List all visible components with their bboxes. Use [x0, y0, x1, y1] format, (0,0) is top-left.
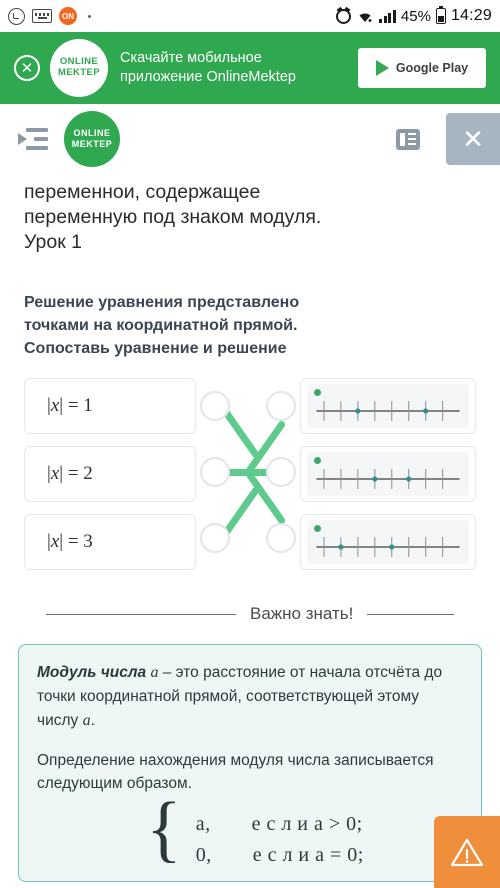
equation-3-text: |x| = 3: [47, 531, 93, 553]
close-icon[interactable]: ✕: [14, 55, 40, 81]
app-logo-line-1: ONLINE: [73, 128, 111, 139]
value-3: 3: [83, 531, 93, 553]
piecewise-formula: { a, е с л и a > 0; 0, е с л и a = 0;: [37, 792, 463, 871]
divider-line-right: [367, 613, 454, 615]
definition-end-variable: a: [82, 711, 91, 729]
warning-triangle-icon: [450, 837, 484, 867]
matching-widget: |x| = 1 |x| = 2 |x| = 3: [24, 378, 476, 571]
formula-row-1: a, е с л и a > 0;: [195, 813, 363, 836]
abs-close-2: |: [59, 463, 64, 485]
page-title-line-3: Урок 1: [24, 230, 82, 253]
equation-2-text: |x| = 2: [47, 463, 93, 485]
connector-node-left-2[interactable]: [200, 457, 230, 488]
equation-1-text: |x| = 1: [47, 395, 93, 417]
clock-label: 14:29: [450, 7, 492, 24]
wifi-icon: [356, 9, 374, 23]
variable-2: x: [50, 463, 60, 485]
signal-icon: [379, 9, 396, 23]
abs-close-1: |: [59, 395, 64, 417]
value-1: 1: [83, 395, 93, 417]
warning-triangle-glyph: [450, 838, 484, 867]
numberline-card-2[interactable]: [300, 446, 476, 503]
equation-card-1[interactable]: |x| = 1: [24, 378, 196, 435]
lesson-content: переменнои, содержащее переменную под зн…: [0, 174, 500, 624]
numberline-card-3[interactable]: [300, 514, 476, 571]
question-line-3: Сопоставь уравнение и решение: [24, 340, 287, 358]
page-title-line-2: переменную под знаком модуля.: [24, 205, 322, 228]
formula-rows: a, е с л и a > 0; 0, е с л и a = 0;: [196, 809, 364, 871]
keyboard-icon: [32, 9, 52, 23]
connector-node-right-3[interactable]: [266, 523, 296, 554]
close-button[interactable]: ✕: [446, 113, 500, 165]
definition-term: Модуль числа: [37, 664, 147, 682]
app-header-actions: ✕: [396, 104, 500, 174]
wifi-glyph: [359, 13, 372, 22]
status-bar-right-icons: 45% 14:29: [336, 6, 492, 25]
warning-fab-button[interactable]: [434, 816, 500, 888]
formula-row-2: 0, е с л и a = 0;: [195, 844, 364, 867]
variable-3: x: [50, 531, 60, 553]
connector-node-right-1[interactable]: [266, 391, 296, 422]
formula-brace: {: [146, 788, 182, 871]
divider-line-left: [46, 613, 236, 615]
numberline-card-1[interactable]: [300, 378, 476, 435]
abs-close-3: |: [59, 531, 64, 553]
info-box: Модуль числа a – это расстояние от начал…: [18, 644, 482, 883]
onlinemektep-logo: ONLINE MEKTEP: [50, 39, 108, 97]
app-header: ONLINE MEKTEP ✕: [0, 104, 500, 174]
numberline-2-graphic: [316, 469, 460, 490]
dot-icon: [88, 14, 91, 18]
alarm-icon: [336, 8, 352, 24]
definition-paragraph-2: Определение нахождения модуля числа запи…: [37, 751, 434, 792]
equation-card-3[interactable]: |x| = 3: [24, 514, 196, 571]
app-orange-icon: ON: [59, 7, 77, 25]
connection-area[interactable]: [196, 378, 300, 570]
list-icon[interactable]: [396, 128, 420, 150]
question-line-2: точками на координатной прямой.: [24, 317, 298, 335]
important-divider: Важно знать!: [24, 604, 476, 624]
promo-text: Скачайте мобильное приложение OnlineMekt…: [118, 49, 348, 87]
promo-text-line-1: Скачайте мобильное: [120, 50, 262, 67]
numberline-1: [307, 384, 469, 429]
variable-1: x: [50, 395, 60, 417]
definition-paragraph: Модуль числа a – это расстояние от начал…: [37, 661, 463, 732]
connector-node-right-2[interactable]: [266, 457, 296, 488]
app-logo-line-2: MEKTEP: [71, 139, 113, 149]
google-play-icon: [375, 60, 389, 76]
page-title: переменнои, содержащее переменную под зн…: [24, 174, 476, 255]
question-text: Решение уравнения представлено точками н…: [24, 291, 476, 361]
whatsapp-icon: [8, 7, 25, 25]
numberline-3: [307, 520, 469, 565]
page-title-line-1: переменнои, содержащее: [24, 181, 261, 203]
promo-banner: ✕ ONLINE MEKTEP Скачайте мобильное прило…: [0, 32, 500, 104]
question-line-1: Решение уравнения представлено: [24, 293, 300, 311]
numberline-2: [307, 452, 469, 497]
numberline-column: [300, 378, 476, 571]
battery-icon: [435, 6, 446, 24]
definition-period: .: [90, 711, 95, 729]
status-bar-left-icons: ON: [8, 7, 91, 25]
value-2: 2: [83, 463, 93, 485]
equals-1: =: [67, 395, 79, 417]
google-play-label: Google Play: [395, 61, 469, 75]
equals-2: =: [67, 463, 79, 485]
equation-card-2[interactable]: |x| = 2: [24, 446, 196, 503]
equals-3: =: [67, 531, 79, 553]
status-bar: ON 45% 14:29: [0, 0, 500, 32]
divider-label: Важно знать!: [250, 604, 354, 624]
app-logo[interactable]: ONLINE MEKTEP: [64, 111, 120, 167]
numberline-3-graphic: [316, 537, 460, 558]
promo-text-line-2: приложение OnlineMektep: [120, 69, 296, 85]
google-play-button[interactable]: Google Play: [358, 48, 486, 88]
connector-node-left-3[interactable]: [200, 523, 230, 554]
equation-column: |x| = 1 |x| = 2 |x| = 3: [24, 378, 196, 571]
logo-line-2: MEKTEP: [58, 67, 100, 78]
indent-menu-icon[interactable]: [18, 128, 48, 150]
numberline-1-graphic: [316, 401, 460, 422]
battery-percent-label: 45%: [400, 7, 431, 25]
